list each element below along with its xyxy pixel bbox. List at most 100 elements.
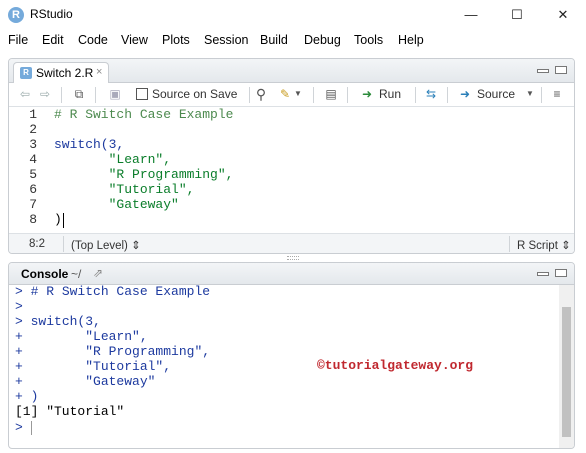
magic-wand-icon[interactable]: ✎ — [277, 86, 293, 102]
console-prompt: + — [15, 359, 23, 374]
rstudio-logo-icon: R — [8, 7, 24, 23]
status-divider — [63, 236, 64, 252]
toolbar-divider — [313, 87, 314, 103]
console-line: "R Programming", — [22, 344, 211, 359]
source-on-save-checkbox[interactable] — [136, 88, 148, 100]
working-directory: ~/ — [71, 267, 82, 281]
console-line: "Tutorial", — [22, 359, 172, 374]
source-tab-bar: R Switch 2.R × — [9, 59, 574, 83]
back-arrow-icon[interactable]: ⇦ — [17, 86, 33, 102]
menu-edit[interactable]: Edit — [42, 33, 64, 47]
scrollbar-thumb[interactable] — [562, 307, 571, 437]
tab-switch-2-r[interactable]: R Switch 2.R × — [13, 62, 109, 83]
code-line: switch(3, — [54, 137, 125, 152]
console-pane: Console ~/ ⇗ > # R Switch Case Example >… — [8, 262, 575, 449]
console-prompt: + — [15, 389, 23, 404]
watermark-text: ©tutorialgateway.org — [317, 358, 474, 373]
code-line: # R Switch Case Example — [54, 107, 234, 122]
line-number: 3 — [29, 137, 37, 152]
source-on-save-label: Source on Save — [152, 87, 238, 101]
console-line: ) — [22, 389, 39, 404]
menu-build[interactable]: Build — [260, 33, 288, 47]
console-prompt: + — [15, 344, 23, 359]
line-number: 2 — [29, 122, 37, 137]
menu-file[interactable]: File — [8, 33, 28, 47]
line-number: 1 — [29, 107, 37, 122]
source-status-bar: 8:2 (Top Level) ⇕ R Script ⇕ — [9, 233, 574, 253]
console-prompt: > — [15, 420, 23, 435]
menu-plots[interactable]: Plots — [162, 33, 190, 47]
menu-debug[interactable]: Debug — [304, 33, 341, 47]
maximize-button[interactable]: ☐ — [494, 0, 540, 30]
search-icon[interactable]: ⚲ — [253, 86, 269, 102]
toolbar-divider — [415, 87, 416, 103]
cursor-position: 8:2 — [29, 238, 45, 250]
menu-view[interactable]: View — [121, 33, 148, 47]
r-file-icon: R — [20, 67, 32, 79]
toolbar-divider — [249, 87, 250, 103]
tab-close-icon[interactable]: × — [96, 66, 102, 78]
maximize-pane-icon[interactable] — [555, 269, 567, 277]
pane-splitter[interactable] — [0, 254, 586, 262]
menu-help[interactable]: Help — [398, 33, 424, 47]
console-prompt: > — [15, 284, 23, 299]
run-arrow-icon: ➜ — [361, 87, 373, 101]
console-line: "Gateway" — [22, 374, 156, 389]
source-label: Source — [477, 87, 516, 101]
close-button[interactable]: ✕ — [540, 0, 586, 30]
maximize-pane-icon[interactable] — [555, 66, 567, 74]
line-number: 8 — [29, 212, 37, 227]
code-line: "R Programming", — [54, 167, 234, 182]
save-icon[interactable]: ▣ — [107, 86, 123, 102]
toolbar-divider — [95, 87, 96, 103]
console-line: "Learn", — [22, 329, 148, 344]
code-line: "Gateway" — [54, 197, 179, 212]
minimize-button[interactable]: — — [448, 0, 494, 30]
code-editor[interactable]: 1 2 3 4 5 6 7 8 # R Switch Case Example … — [9, 107, 574, 231]
console-line: # R Switch Case Example — [22, 284, 211, 299]
show-in-window-icon[interactable]: ⧉ — [71, 86, 87, 102]
chevron-down-icon[interactable]: ▼ — [293, 86, 303, 102]
console-tab[interactable]: Console — [21, 267, 68, 281]
toolbar-divider — [61, 87, 62, 103]
console-prompt: + — [15, 374, 23, 389]
line-number: 4 — [29, 152, 37, 167]
source-button[interactable]: ➜ Source ▼ — [455, 83, 539, 107]
toolbar-divider — [347, 87, 348, 103]
console-line: switch(3, — [22, 314, 101, 329]
window-title: RStudio — [30, 7, 73, 21]
console-header: Console ~/ ⇗ — [9, 263, 574, 285]
rerun-icon[interactable]: ⇆ — [423, 86, 439, 102]
console-cursor — [30, 420, 32, 435]
run-label: Run — [379, 87, 402, 101]
code-line: "Learn", — [54, 152, 172, 167]
line-number: 6 — [29, 182, 37, 197]
run-button[interactable]: ➜ Run — [355, 83, 413, 107]
document-outline-icon[interactable]: ≡ — [549, 86, 565, 102]
menu-bar: File Edit Code View Plots Session Build … — [0, 30, 586, 52]
title-bar: R RStudio — ☐ ✕ — [0, 0, 586, 30]
forward-arrow-icon[interactable]: ⇨ — [37, 86, 53, 102]
menu-code[interactable]: Code — [78, 33, 108, 47]
toolbar-divider — [541, 87, 542, 103]
chevron-down-icon[interactable]: ▼ — [525, 86, 535, 102]
console-result: [1] "Tutorial" — [15, 404, 125, 419]
compile-report-icon[interactable]: ▤ — [323, 86, 339, 102]
source-pane: R Switch 2.R × ⇦ ⇨ ⧉ ▣ Source on Save ⚲ … — [8, 58, 575, 254]
console-prompt: > — [15, 299, 23, 314]
minimize-pane-icon[interactable] — [537, 69, 549, 73]
tab-label: Switch 2.R — [36, 66, 94, 80]
console-scrollbar[interactable] — [559, 285, 574, 448]
line-number: 5 — [29, 167, 37, 182]
go-to-directory-icon[interactable]: ⇗ — [93, 266, 103, 280]
console-output[interactable]: > # R Switch Case Example > > switch(3, … — [9, 284, 559, 448]
line-number: 7 — [29, 197, 37, 212]
file-type-selector[interactable]: R Script ⇕ — [517, 238, 571, 252]
minimize-pane-icon[interactable] — [537, 272, 549, 276]
menu-tools[interactable]: Tools — [354, 33, 383, 47]
scope-selector[interactable]: (Top Level) ⇕ — [71, 238, 141, 252]
console-prompt: > — [15, 314, 23, 329]
code-line: "Tutorial", — [54, 182, 195, 197]
menu-session[interactable]: Session — [204, 33, 248, 47]
splitter-grip-icon — [287, 256, 299, 260]
